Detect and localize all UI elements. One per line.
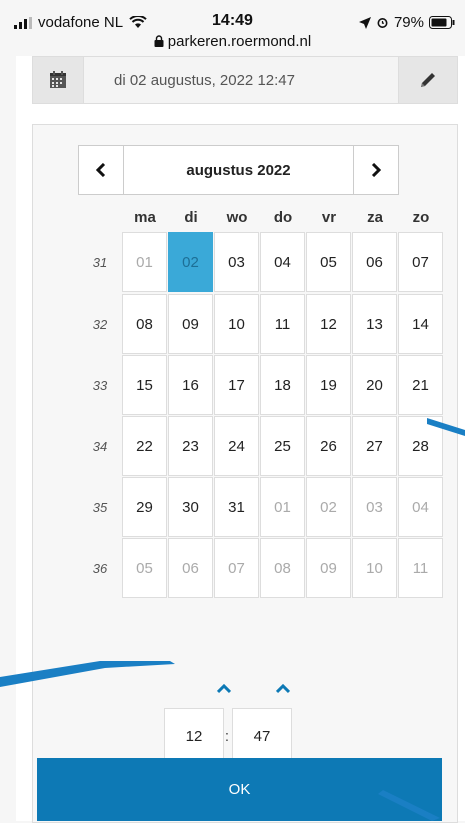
date-time-field[interactable]: di 02 augustus, 2022 12:47 bbox=[32, 56, 458, 104]
chevron-up-icon bbox=[276, 684, 290, 694]
week-number: 33 bbox=[92, 378, 108, 393]
weekday-di: di bbox=[184, 209, 198, 226]
week-number: 31 bbox=[92, 255, 108, 270]
calendar-header: augustus 2022 bbox=[78, 145, 399, 195]
day-cell[interactable]: 16 bbox=[168, 355, 213, 415]
weekday-vr: vr bbox=[321, 209, 337, 226]
chevron-right-icon bbox=[371, 163, 381, 177]
day-cell[interactable]: 05 bbox=[306, 232, 351, 292]
battery-percent: 79% bbox=[393, 14, 424, 31]
day-cell[interactable]: 23 bbox=[168, 416, 213, 476]
day-cell[interactable]: 07 bbox=[398, 232, 443, 292]
month-title[interactable]: augustus 2022 bbox=[124, 145, 353, 195]
date-time-value[interactable]: di 02 augustus, 2022 12:47 bbox=[84, 57, 398, 103]
day-cell[interactable]: 10 bbox=[352, 538, 397, 598]
minute-up-button[interactable] bbox=[263, 677, 303, 701]
day-cell[interactable]: 17 bbox=[214, 355, 259, 415]
time-separator: : bbox=[224, 727, 230, 745]
week-number: 34 bbox=[92, 439, 108, 454]
day-cell[interactable]: 03 bbox=[352, 477, 397, 537]
day-cell[interactable]: 24 bbox=[214, 416, 259, 476]
status-right: 79% bbox=[358, 14, 455, 31]
day-cell[interactable]: 25 bbox=[260, 416, 305, 476]
day-cell[interactable]: 21 bbox=[398, 355, 443, 415]
week-number: 32 bbox=[92, 317, 108, 332]
chevron-up-icon bbox=[217, 684, 231, 694]
day-cell[interactable]: 02 bbox=[306, 477, 351, 537]
day-cell[interactable]: 12 bbox=[306, 294, 351, 354]
weekday-za: za bbox=[367, 209, 383, 226]
alarm-icon bbox=[377, 18, 388, 28]
weekday-zo: zo bbox=[412, 209, 430, 226]
prev-month-button[interactable] bbox=[78, 145, 124, 195]
calendar-icon bbox=[50, 71, 66, 88]
day-cell[interactable]: 26 bbox=[306, 416, 351, 476]
edit-button[interactable] bbox=[398, 57, 457, 103]
weekday-wo: wo bbox=[226, 209, 248, 226]
day-cell[interactable]: 29 bbox=[122, 477, 167, 537]
location-arrow-icon bbox=[358, 16, 371, 29]
day-cell[interactable]: 11 bbox=[260, 294, 305, 354]
url-text: parkeren.roermond.nl bbox=[167, 33, 312, 50]
day-cell[interactable]: 08 bbox=[122, 294, 167, 354]
datetime-picker: augustus 2022 12 : 47 ma di wo do vr za zo 31 01… bbox=[32, 124, 458, 823]
day-cell[interactable]: 10 bbox=[214, 294, 259, 354]
day-cell[interactable]: 03 bbox=[214, 232, 259, 292]
page-content: di 02 augustus, 2022 12:47 augustus 2022… bbox=[16, 56, 465, 823]
day-cell[interactable]: 13 bbox=[352, 294, 397, 354]
day-cell[interactable]: 04 bbox=[260, 232, 305, 292]
day-cell[interactable]: 18 bbox=[260, 355, 305, 415]
ok-button[interactable]: OK bbox=[37, 758, 442, 821]
weekday-ma: ma bbox=[134, 209, 156, 226]
lock-icon bbox=[154, 35, 164, 47]
day-cell[interactable]: 11 bbox=[398, 538, 443, 598]
day-cell[interactable]: 08 bbox=[260, 538, 305, 598]
day-cell[interactable]: 01 bbox=[122, 232, 167, 292]
day-cell[interactable]: 07 bbox=[214, 538, 259, 598]
minute-field[interactable]: 47 bbox=[232, 708, 292, 764]
week-number: 35 bbox=[92, 500, 108, 515]
day-cell[interactable]: 09 bbox=[168, 294, 213, 354]
chevron-left-icon bbox=[96, 163, 106, 177]
day-cell[interactable]: 06 bbox=[352, 232, 397, 292]
day-cell[interactable]: 15 bbox=[122, 355, 167, 415]
day-cell[interactable]: 30 bbox=[168, 477, 213, 537]
day-cell[interactable]: 27 bbox=[352, 416, 397, 476]
hour-up-button[interactable] bbox=[204, 677, 244, 701]
day-cell[interactable]: 28 bbox=[398, 416, 443, 476]
address-bar[interactable]: parkeren.roermond.nl bbox=[0, 33, 465, 50]
day-cell[interactable]: 04 bbox=[398, 477, 443, 537]
day-cell[interactable]: 01 bbox=[260, 477, 305, 537]
day-cell[interactable]: 06 bbox=[168, 538, 213, 598]
day-cell[interactable]: 14 bbox=[398, 294, 443, 354]
day-cell[interactable]: 19 bbox=[306, 355, 351, 415]
status-bar: vodafone NL 14:49 79% parkeren.roermond.… bbox=[0, 0, 465, 56]
hour-field[interactable]: 12 bbox=[164, 708, 224, 764]
calendar-button[interactable] bbox=[33, 57, 84, 103]
weekday-do: do bbox=[273, 209, 293, 226]
day-cell[interactable]: 20 bbox=[352, 355, 397, 415]
day-cell[interactable]: 22 bbox=[122, 416, 167, 476]
day-cell[interactable]: 05 bbox=[122, 538, 167, 598]
day-cell[interactable]: 31 bbox=[214, 477, 259, 537]
day-cell[interactable]: 02 bbox=[168, 232, 213, 292]
week-number: 36 bbox=[92, 561, 108, 576]
pencil-icon bbox=[421, 73, 435, 87]
day-cell[interactable]: 09 bbox=[306, 538, 351, 598]
next-month-button[interactable] bbox=[353, 145, 399, 195]
battery-icon bbox=[429, 16, 455, 29]
